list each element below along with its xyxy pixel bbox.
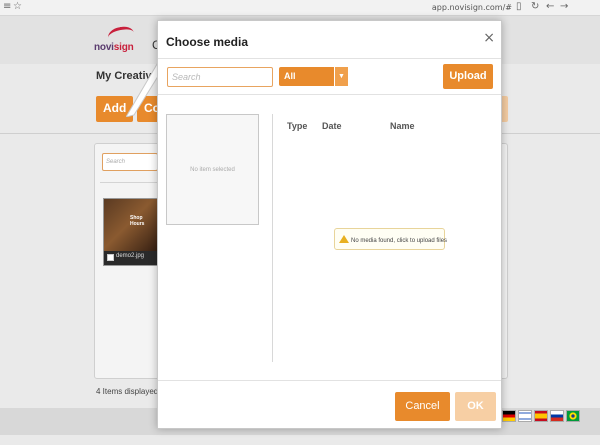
ok-button[interactable]: OK xyxy=(455,392,496,421)
media-thumbnail[interactable]: Shop Hours demo2.jpg xyxy=(103,198,159,266)
page-icon: ▯ xyxy=(516,1,522,12)
items-count: 4 Items displayed xyxy=(96,387,159,396)
flag-german-icon[interactable] xyxy=(502,410,516,422)
panel-divider xyxy=(100,182,158,183)
column-divider xyxy=(272,114,273,362)
menu-icon[interactable]: ≡ xyxy=(3,1,11,12)
callout-pointer xyxy=(126,59,160,117)
flag-brazil-icon[interactable] xyxy=(566,410,580,422)
cancel-button[interactable]: Cancel xyxy=(395,392,450,421)
address-bar-url[interactable]: app.novisign.com/# xyxy=(432,3,512,12)
language-flags xyxy=(502,410,580,422)
star-icon[interactable]: ☆ xyxy=(13,1,22,12)
column-header-name[interactable]: Name xyxy=(390,121,415,131)
empty-media-notice[interactable]: No media found, click to upload files xyxy=(334,228,448,250)
preview-empty-text: No item selected xyxy=(190,167,235,173)
thumbnail-label-bar: demo2.jpg xyxy=(104,251,158,265)
media-search-input[interactable] xyxy=(167,67,273,87)
media-type-filter[interactable]: All ▼ xyxy=(279,67,348,86)
thumbnail-filename: demo2.jpg xyxy=(116,253,145,259)
choose-media-dialog: Choose media × All ▼ Upload No item sele… xyxy=(157,20,502,429)
browser-toolbar: ≡ ☆ app.novisign.com/# ▯ ↻ ← → xyxy=(0,0,600,16)
dialog-toolbar: All ▼ Upload xyxy=(158,59,501,95)
back-arrow-icon[interactable]: ← xyxy=(546,1,554,12)
novisign-logo[interactable]: novisign xyxy=(94,24,140,53)
logo-text: novisign xyxy=(94,42,134,53)
chevron-down-icon[interactable]: ▼ xyxy=(334,67,348,86)
dialog-footer: Cancel OK xyxy=(158,380,501,430)
close-icon[interactable]: × xyxy=(483,30,495,46)
column-header-type[interactable]: Type xyxy=(287,121,307,131)
dialog-header: Choose media × xyxy=(158,21,501,59)
reload-icon[interactable]: ↻ xyxy=(531,1,539,12)
warning-icon xyxy=(339,235,349,243)
media-preview: No item selected xyxy=(166,114,259,225)
thumbnail-title: Shop Hours xyxy=(130,215,145,227)
flag-russian-icon[interactable] xyxy=(550,410,564,422)
flag-spanish-icon[interactable] xyxy=(534,410,548,422)
dialog-title: Choose media xyxy=(166,35,249,49)
creatives-search-input[interactable]: Search xyxy=(102,153,158,171)
filter-selected-value: All xyxy=(284,71,296,81)
column-header-date[interactable]: Date xyxy=(322,121,342,131)
thumbnail-checkbox[interactable] xyxy=(107,254,114,261)
upload-button[interactable]: Upload xyxy=(443,64,493,89)
empty-media-text: No media found, click to upload files xyxy=(351,238,448,244)
forward-arrow-icon[interactable]: → xyxy=(560,1,568,12)
flag-hebrew-icon[interactable] xyxy=(518,410,532,422)
